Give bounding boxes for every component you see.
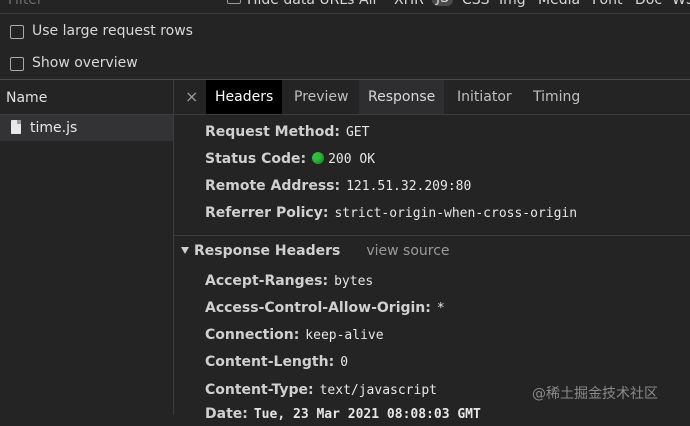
status-ok-icon bbox=[312, 152, 325, 164]
watermark: @稀土掘金技术社区 bbox=[532, 386, 658, 402]
date-row: Date: Tue, 23 Mar 2021 08:08:03 GMT bbox=[205, 406, 481, 426]
filter-type-css[interactable]: CSS bbox=[462, 0, 490, 8]
large-rows-label: Use large request rows bbox=[32, 23, 193, 39]
file-icon bbox=[11, 120, 21, 134]
filter-type-media[interactable]: Media bbox=[538, 0, 580, 8]
filter-bar: Filter Hide data URLs All XHR JS CSS Img… bbox=[0, 0, 690, 14]
name-header-label: Name bbox=[6, 90, 48, 106]
content-type-row: Content-Type: text/javascript bbox=[205, 382, 437, 402]
expand-triangle-icon[interactable] bbox=[181, 247, 189, 254]
filter-type-img[interactable]: Img bbox=[499, 0, 526, 8]
tab-response[interactable]: Response bbox=[359, 80, 445, 114]
tab-preview[interactable]: Preview bbox=[285, 80, 358, 114]
content-length-value: 0 bbox=[340, 355, 349, 370]
accept-ranges-value: bytes bbox=[334, 274, 374, 289]
acao-key: Access-Control-Allow-Origin: bbox=[205, 300, 431, 316]
request-list: Name time.js bbox=[0, 80, 174, 415]
tab-timing[interactable]: Timing bbox=[524, 80, 589, 114]
referrer-policy-row: Referrer Policy: strict-origin-when-cross… bbox=[205, 205, 577, 225]
filter-type-all[interactable]: All bbox=[359, 0, 376, 8]
remote-address-value: 121.51.32.209:80 bbox=[346, 179, 472, 194]
accept-ranges-row: Accept-Ranges: bytes bbox=[205, 273, 373, 293]
large-rows-checkbox[interactable] bbox=[10, 25, 24, 39]
tab-initiator[interactable]: Initiator bbox=[448, 80, 521, 114]
filter-input[interactable]: Filter bbox=[8, 0, 43, 8]
show-overview-label: Show overview bbox=[32, 55, 138, 71]
content-length-row: Content-Length: 0 bbox=[205, 354, 348, 374]
status-code-key: Status Code: bbox=[205, 151, 307, 167]
referrer-policy-value: strict-origin-when-cross-origin bbox=[334, 206, 578, 221]
acao-row: Access-Control-Allow-Origin: * bbox=[205, 300, 445, 320]
remote-address-key: Remote Address: bbox=[205, 178, 341, 194]
acao-value: * bbox=[436, 301, 445, 316]
request-method-key: Request Method: bbox=[205, 124, 340, 140]
request-file-name: time.js bbox=[30, 120, 78, 136]
date-key: Date: bbox=[205, 406, 248, 422]
hide-data-urls-label: Hide data URLs bbox=[247, 0, 355, 8]
connection-value: keep-alive bbox=[305, 328, 384, 343]
connection-key: Connection: bbox=[205, 327, 300, 343]
section-divider bbox=[174, 235, 690, 236]
filter-type-ws[interactable]: WS bbox=[672, 0, 690, 8]
filter-type-xhr[interactable]: XHR bbox=[394, 0, 424, 8]
status-code-row: Status Code: 200 OK bbox=[205, 151, 375, 171]
filter-type-js[interactable]: JS bbox=[432, 0, 454, 6]
connection-row: Connection: keep-alive bbox=[205, 327, 384, 347]
content-type-key: Content-Type: bbox=[205, 382, 314, 398]
view-source-link[interactable]: view source bbox=[366, 243, 449, 259]
hide-data-urls-checkbox[interactable] bbox=[227, 0, 241, 4]
request-method-row: Request Method: GET bbox=[205, 124, 369, 144]
close-icon[interactable]: × bbox=[185, 87, 198, 106]
accept-ranges-key: Accept-Ranges: bbox=[205, 273, 329, 289]
request-row[interactable]: time.js bbox=[0, 115, 173, 141]
referrer-policy-key: Referrer Policy: bbox=[205, 205, 329, 221]
status-code-value: 200 OK bbox=[328, 152, 376, 167]
tab-headers[interactable]: Headers bbox=[206, 80, 283, 114]
content-type-value: text/javascript bbox=[319, 383, 437, 398]
response-headers-title: Response Headers bbox=[194, 243, 341, 259]
show-overview-option[interactable]: Show overview bbox=[0, 48, 690, 78]
filter-type-font[interactable]: Font bbox=[592, 0, 622, 8]
name-column-header[interactable]: Name bbox=[0, 80, 173, 115]
request-method-value: GET bbox=[345, 125, 370, 140]
large-rows-option[interactable]: Use large request rows bbox=[0, 16, 690, 46]
filter-type-doc[interactable]: Doc bbox=[635, 0, 662, 8]
show-overview-checkbox[interactable] bbox=[10, 57, 24, 71]
content-length-key: Content-Length: bbox=[205, 354, 335, 370]
remote-address-row: Remote Address: 121.51.32.209:80 bbox=[205, 178, 471, 198]
response-headers-section-header[interactable]: Response Headers view source bbox=[181, 243, 450, 259]
detail-tabs: × Headers Preview Response Initiator Tim… bbox=[174, 80, 690, 115]
